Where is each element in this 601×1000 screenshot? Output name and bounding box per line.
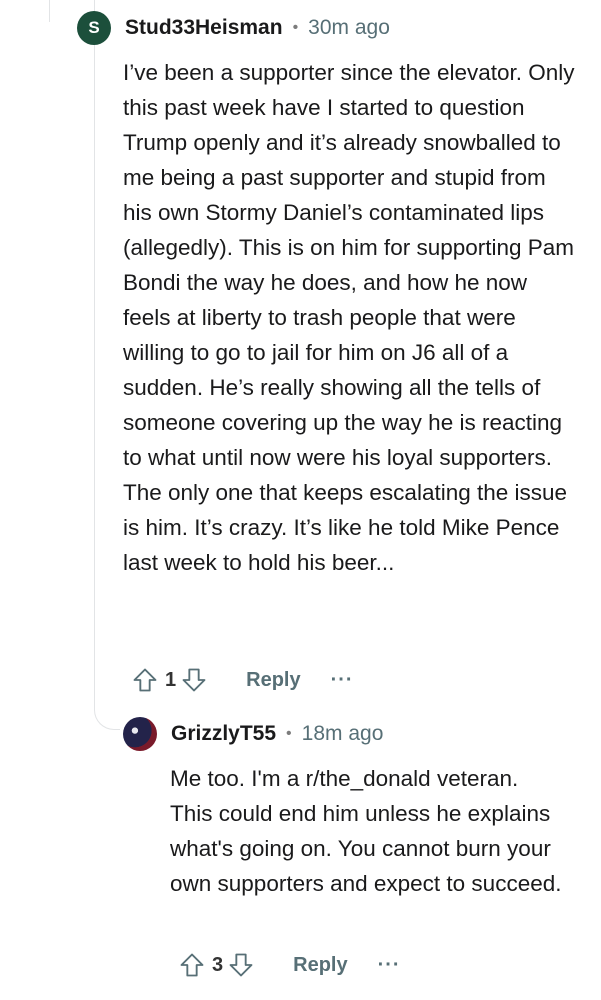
thread-line[interactable]	[94, 0, 95, 705]
comment-body: Me too. I'm a r/the_donald veteran. This…	[170, 766, 562, 896]
vote-control: 1	[131, 666, 208, 694]
comment-actions: 3 Reply ···	[178, 951, 401, 979]
separator-dot: •	[292, 19, 299, 36]
vote-control: 3	[178, 951, 255, 979]
more-options-icon[interactable]: ···	[331, 669, 354, 692]
reply-comment-header: GrizzlyT55 • 18m ago	[123, 717, 383, 751]
downvote-icon[interactable]	[180, 666, 208, 694]
vote-count: 1	[165, 668, 177, 691]
reply-button[interactable]: Reply	[293, 954, 347, 977]
reply-button[interactable]: Reply	[246, 669, 300, 692]
avatar-letter: S	[88, 18, 100, 37]
separator-dot: •	[286, 725, 292, 742]
comment-actions: 1 Reply ···	[131, 666, 354, 694]
username[interactable]: Stud33Heisman	[125, 16, 283, 40]
thread-branch-curve	[94, 690, 120, 730]
comment-body: I’ve been a supporter since the elevator…	[123, 60, 575, 575]
username[interactable]: GrizzlyT55	[171, 722, 276, 746]
avatar[interactable]	[123, 717, 157, 751]
timestamp[interactable]: 18m ago	[302, 722, 384, 746]
downvote-icon[interactable]	[227, 951, 255, 979]
avatar[interactable]: S	[77, 11, 111, 45]
vote-count: 3	[212, 953, 224, 976]
upvote-icon[interactable]	[131, 666, 159, 694]
more-options-icon[interactable]: ···	[378, 954, 401, 977]
comment-header: S Stud33Heisman • 30m ago	[77, 11, 390, 45]
timestamp[interactable]: 30m ago	[308, 16, 390, 40]
upvote-icon[interactable]	[178, 951, 206, 979]
thread-rail	[49, 0, 50, 22]
